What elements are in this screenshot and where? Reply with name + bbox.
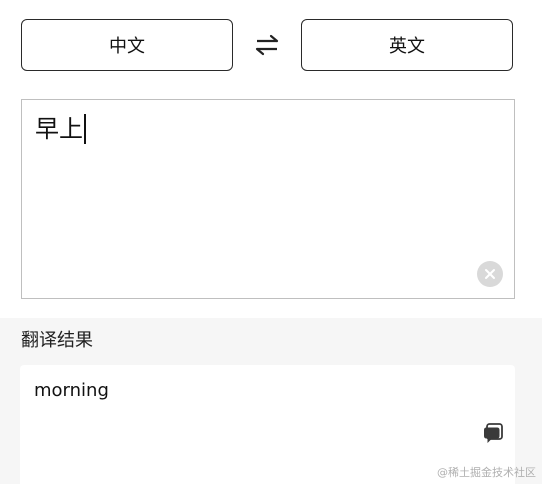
clear-icon (485, 269, 495, 279)
clear-input-button[interactable] (477, 261, 503, 287)
target-language-button[interactable]: 英文 (301, 19, 513, 71)
text-cursor (84, 114, 86, 144)
target-language-label: 英文 (389, 36, 425, 57)
translation-result-text: morning (34, 380, 109, 401)
source-text-input[interactable]: 早上 (21, 99, 515, 299)
watermark-text: @稀土掘金技术社区 (437, 466, 536, 479)
swap-arrows-icon[interactable] (252, 30, 282, 60)
input-text-value: 早上 (35, 115, 83, 143)
result-heading: 翻译结果 (21, 330, 93, 351)
translator-header-area: 中文 英文 早上 (0, 0, 542, 318)
copy-icon[interactable] (481, 421, 505, 445)
source-language-label: 中文 (109, 36, 145, 57)
input-text-container: 早上 (35, 114, 86, 144)
source-language-button[interactable]: 中文 (21, 19, 233, 71)
